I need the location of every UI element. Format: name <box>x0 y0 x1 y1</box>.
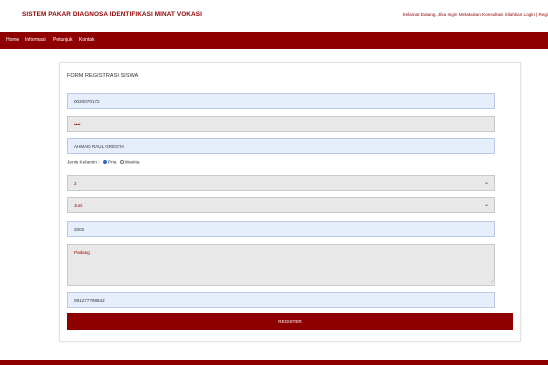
nav-informasi[interactable]: Informasi <box>25 37 46 43</box>
chevron-down-icon: ⌄ <box>483 180 489 186</box>
chevron-down-icon: ⌄ <box>483 202 489 208</box>
gender-radio-pria[interactable] <box>102 160 107 164</box>
nis-value: 0020070172 <box>74 99 100 104</box>
nav-petunjuk[interactable]: Petunjuk <box>53 37 72 43</box>
phone-input[interactable]: 081277798542 <box>67 292 495 308</box>
name-input[interactable]: AHMAD RAUL GREGTA <box>67 138 495 154</box>
register-button[interactable]: REGISTER <box>67 313 513 330</box>
form-title: FORM REGISTRASI SISWA <box>67 73 139 79</box>
year-input[interactable]: 2002 <box>67 221 495 237</box>
phone-value: 081277798542 <box>74 298 105 303</box>
footer-bar <box>0 360 548 365</box>
day-select[interactable]: 2 ⌄ <box>67 175 495 191</box>
month-select[interactable]: Juni ⌄ <box>67 197 495 213</box>
nav-kontak[interactable]: Kontak <box>79 37 95 43</box>
nav-home[interactable]: Home <box>6 37 19 43</box>
gender-option-pria[interactable]: Pria <box>108 160 117 165</box>
password-value: •••• <box>74 122 81 127</box>
address-textarea[interactable]: Padang ∕ <box>67 244 495 286</box>
nis-input[interactable]: 0020070172 <box>67 93 495 109</box>
gender-label: Jenis Kelamin : <box>67 160 100 166</box>
gender-option-wanita[interactable]: Wanita <box>125 160 140 165</box>
site-title: SISTEM PAKAR DIAGNOSA IDENTIFIKASI MINAT… <box>22 11 202 18</box>
password-input[interactable]: •••• <box>67 116 495 132</box>
welcome-text[interactable]: Selamat Datang, Jika Ingin Melakukan Kon… <box>403 12 548 17</box>
navbar: Home Informasi Petunjuk Kontak <box>0 32 548 49</box>
year-value: 2002 <box>74 227 85 232</box>
day-value: 2 <box>74 181 77 186</box>
gender-radio-wanita[interactable] <box>119 160 124 164</box>
top-header: SISTEM PAKAR DIAGNOSA IDENTIFIKASI MINAT… <box>0 0 548 30</box>
address-placeholder: Padang <box>74 250 90 255</box>
gender-radio-group: Jenis Kelamin : Pria Wanita <box>67 160 140 165</box>
resize-grip-icon[interactable]: ∕ <box>492 279 493 285</box>
month-value: Juni <box>74 203 83 208</box>
name-value: AHMAD RAUL GREGTA <box>74 144 125 149</box>
